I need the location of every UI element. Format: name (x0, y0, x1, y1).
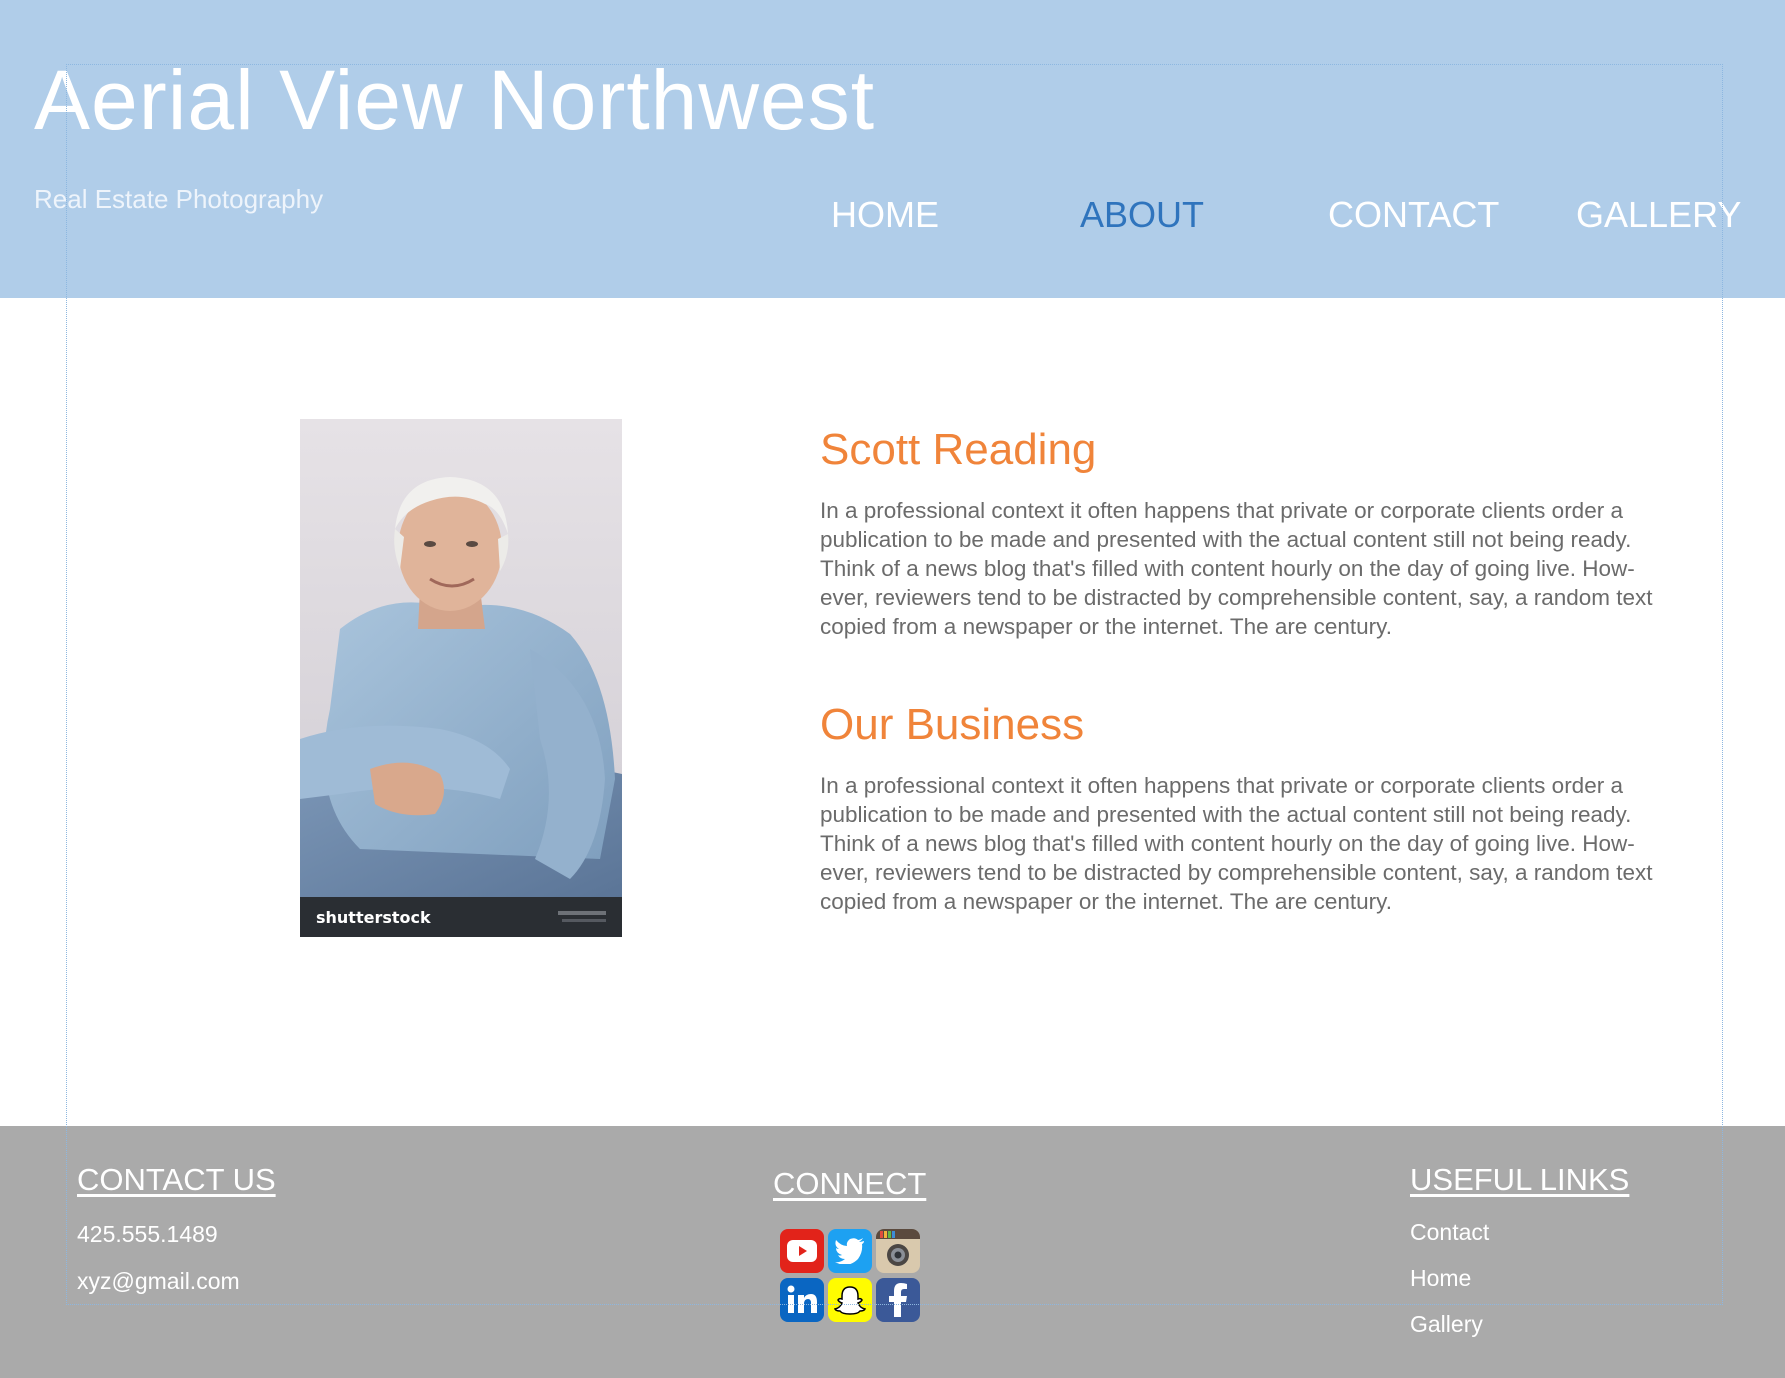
nav-gallery[interactable]: GALLERY (1576, 194, 1741, 236)
footer-links-heading: USEFUL LINKS (1410, 1162, 1630, 1197)
facebook-icon[interactable] (876, 1278, 920, 1322)
profile-photo: shutterstock (300, 419, 622, 937)
footer-link-gallery[interactable]: Gallery (1410, 1311, 1483, 1338)
footer-contact-heading: CONTACT US (77, 1162, 276, 1197)
section-heading-business: Our Business (820, 700, 1085, 749)
footer-phone: 425.555.1489 (77, 1221, 218, 1247)
site-subtitle: Real Estate Photography (34, 184, 324, 214)
site-footer: CONTACT US 425.555.1489 xyz@gmail.com CO… (0, 1126, 1785, 1378)
footer-email[interactable]: xyz@gmail.com (77, 1268, 240, 1295)
instagram-icon[interactable] (876, 1229, 920, 1273)
nav-about[interactable]: ABOUT (1080, 194, 1204, 236)
linkedin-icon[interactable] (780, 1278, 824, 1322)
section-body-business: In a professional context it often happe… (820, 773, 1653, 914)
footer-link-home[interactable]: Home (1410, 1265, 1471, 1292)
section-heading-scott: Scott Reading (820, 425, 1097, 474)
site-title: Aerial View Northwest (34, 53, 876, 147)
snapchat-icon[interactable] (828, 1278, 872, 1322)
watermark-text: shutterstock (316, 908, 431, 927)
footer-link-contact[interactable]: Contact (1410, 1219, 1489, 1246)
site-header: Aerial View Northwest Real Estate Photog… (0, 0, 1785, 298)
nav-home[interactable]: HOME (831, 194, 939, 236)
section-body-scott: In a professional context it often happe… (820, 498, 1653, 639)
footer-connect-heading: CONNECT (773, 1166, 927, 1201)
youtube-icon[interactable] (780, 1229, 824, 1273)
nav-contact[interactable]: CONTACT (1328, 194, 1499, 236)
twitter-icon[interactable] (828, 1229, 872, 1273)
